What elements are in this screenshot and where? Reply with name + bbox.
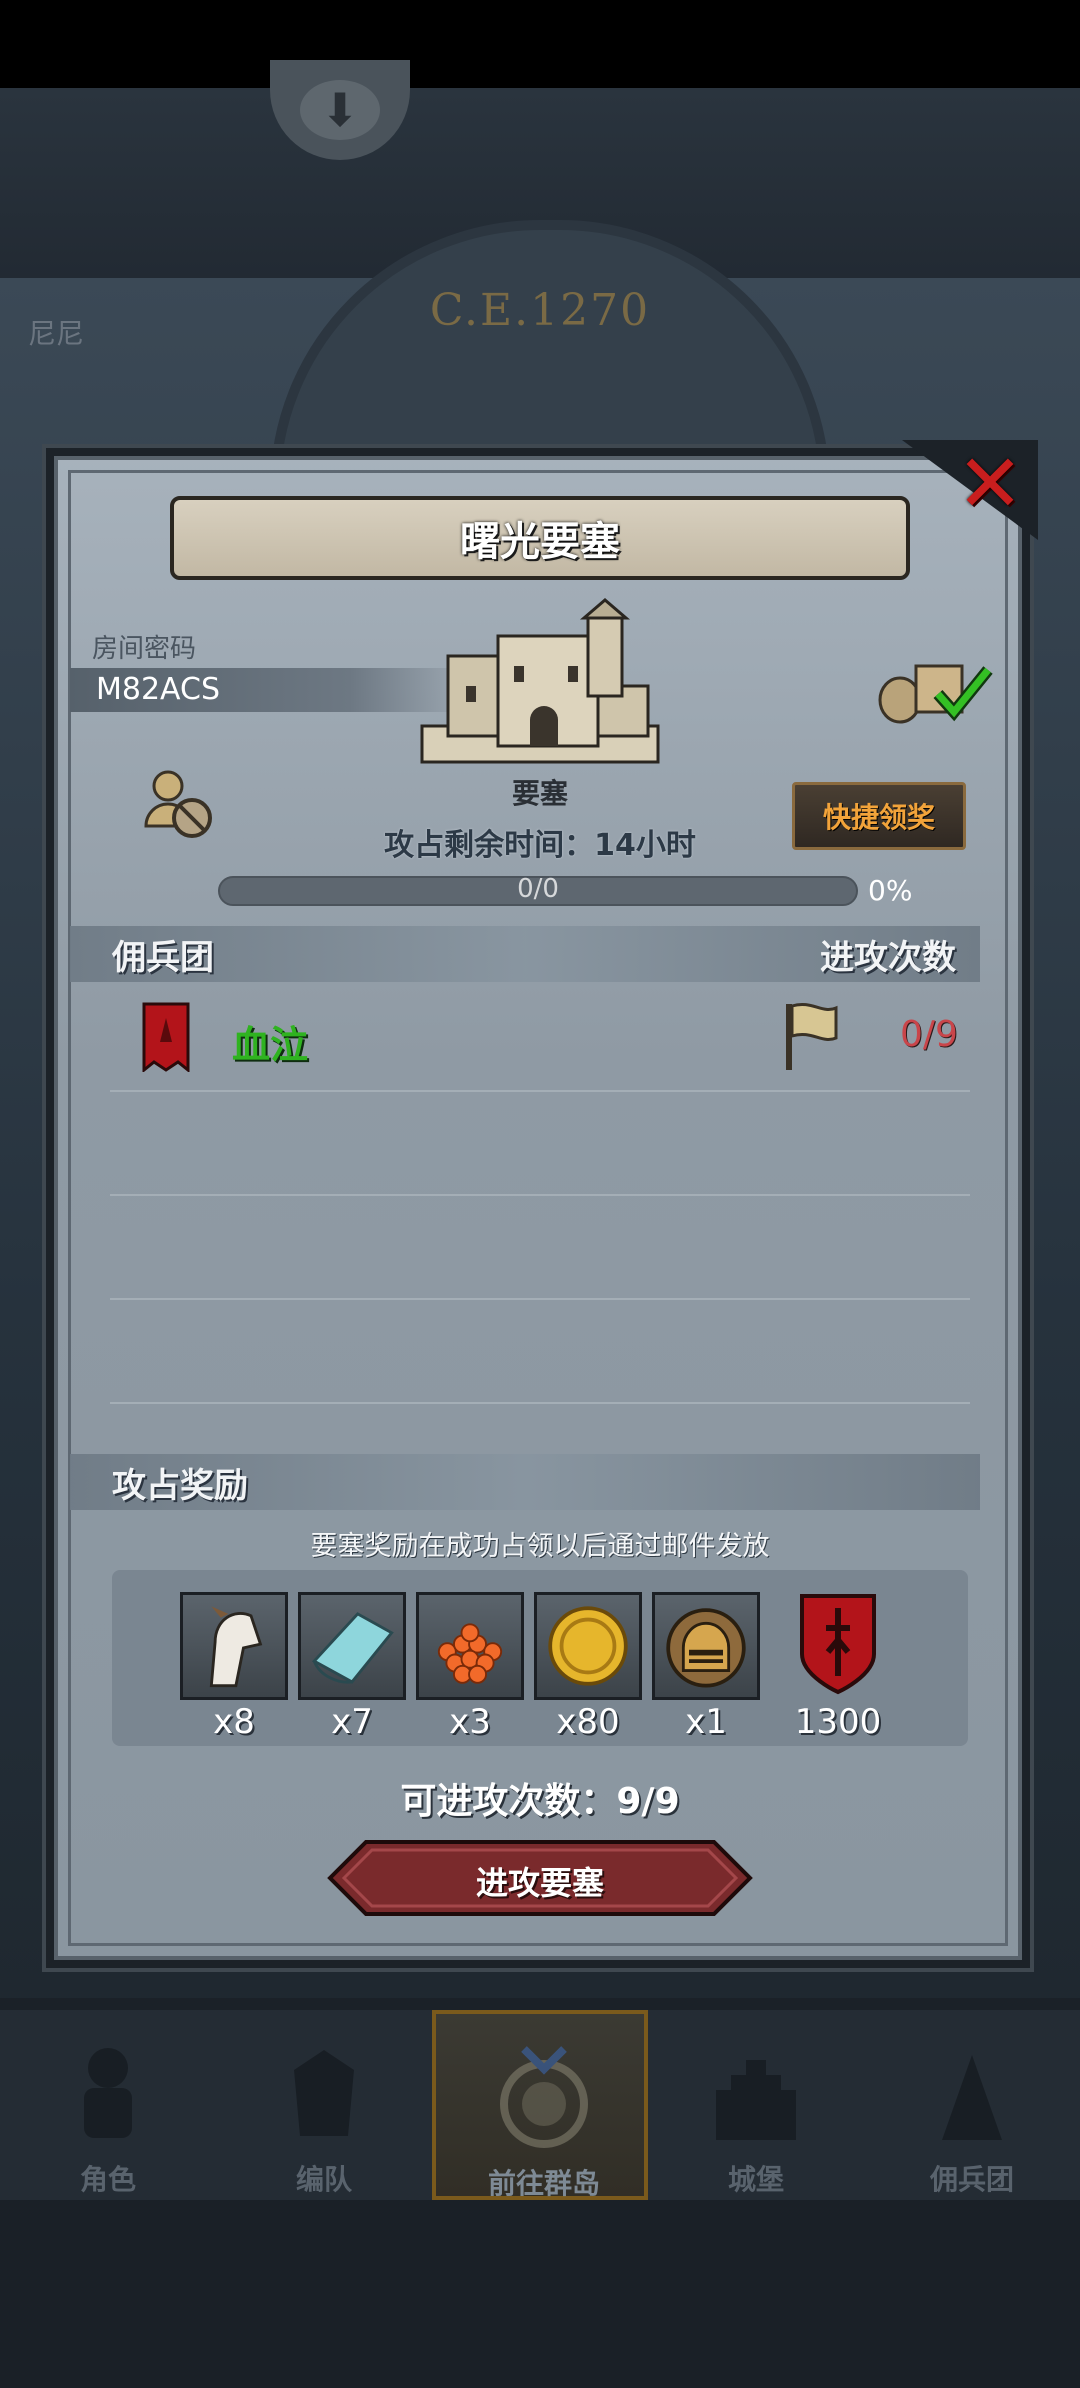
no-player-icon [144,770,212,838]
roe-icon [437,1623,503,1684]
armor-icon [294,2050,354,2136]
supply-claimed-icon [878,664,993,724]
reward-item-helmet[interactable] [652,1592,760,1700]
nav-item-mercenary[interactable]: 佣兵团 [864,2010,1080,2200]
fortress-castle-icon [420,598,660,764]
guild-banner-icon [142,1002,190,1072]
room-password-label: 房间密码 [92,634,197,664]
nav-item-castle[interactable]: 城堡 [648,2010,864,2200]
mercenary-header: 佣兵团 [112,938,214,978]
nav-item-formation[interactable]: 编队 [216,2010,432,2200]
attack-fortress-label: 进攻要塞 [475,1864,604,1902]
close-icon[interactable]: ✕ [952,444,1028,524]
reward-note: 要塞奖励在成功占领以后通过邮件发放 [310,1531,770,1562]
bottom-area [0,2200,1080,2388]
reward-count: x3 [449,1702,491,1742]
reward-count: x1 [685,1702,727,1742]
capture-progress-text: 0/0 [517,874,559,904]
background-left-text: 尼尼 [28,317,85,350]
available-attacks: 可进攻次数：9/9 [400,1781,680,1822]
row-divider [110,1402,970,1404]
cloth-icon [311,1612,394,1684]
reward-item-gold[interactable] [534,1592,642,1700]
quick-claim-button[interactable]: 快捷领奖 [792,782,966,850]
reward-header: 攻占奖励 [112,1466,248,1506]
room-password: M82ACS [96,672,221,707]
gold-coin-icon [548,1606,628,1686]
reward-item-horse[interactable] [180,1592,288,1700]
nav-label: 城堡 [727,2163,784,2196]
nav-label: 佣兵团 [929,2163,1014,2196]
nav-item-islands[interactable]: 前往群岛 [432,2010,648,2200]
dialog-title-banner: 曙光要塞 [170,496,910,580]
knight-icon [84,2048,132,2138]
row-divider [110,1090,970,1092]
capture-progress-percent: 0% [868,874,913,907]
nav-label: 编队 [295,2163,352,2196]
flag-icon [786,1003,838,1070]
helmet-icon [666,1608,746,1688]
guild-name[interactable]: 血泣 [232,1014,308,1069]
quick-claim-label: 快捷领奖 [822,801,935,834]
nav-label: 前往群岛 [487,2167,600,2200]
dragon-emblem-icon [500,2046,588,2148]
reward-count: x80 [556,1702,620,1742]
row-divider [110,1194,970,1196]
nav-item-role[interactable]: 角色 [0,2010,216,2200]
row-divider [110,1298,970,1300]
remaining-time: 攻占剩余时间：14小时 [384,828,696,863]
castle-icon [716,2060,796,2140]
horse-icon [209,1606,263,1688]
reward-item-cloth[interactable] [298,1592,406,1700]
guild-shield-icon[interactable] [798,1592,878,1696]
mercenary-icon [942,2055,1002,2140]
guild-attack-count: 0/9 [900,1014,958,1055]
reward-count: x7 [331,1702,373,1742]
nav-label: 角色 [79,2163,136,2196]
attack-count-header: 进攻次数 [820,938,956,978]
status-bar [0,0,1080,88]
reward-count: x8 [213,1702,255,1742]
down-arrow-icon: ⬇ [300,80,380,140]
reward-count: 1300 [794,1702,882,1742]
fortress-name: 要塞 [511,777,568,810]
reward-item-roe[interactable] [416,1592,524,1700]
background-year: C.E.1270 [429,285,651,336]
dialog-title: 曙光要塞 [460,519,620,565]
